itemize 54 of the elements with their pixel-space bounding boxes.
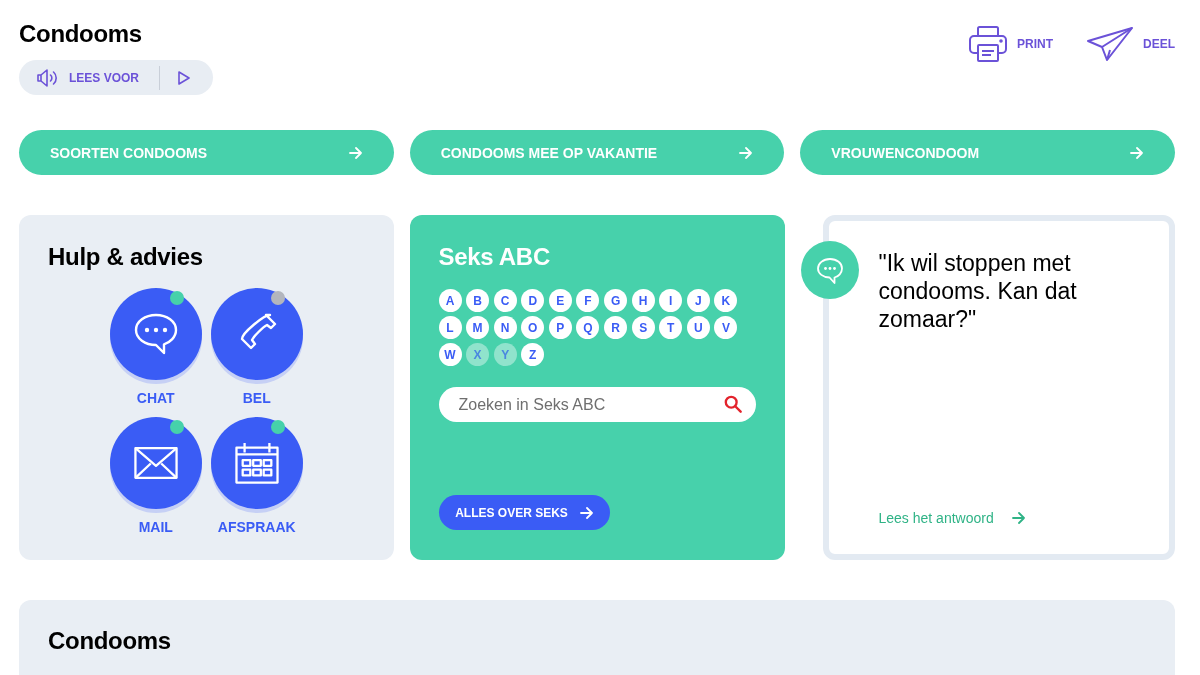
page-title: Condooms <box>19 20 142 48</box>
letter-button[interactable]: H <box>631 289 655 312</box>
card-title: Hulp & advies <box>48 243 203 271</box>
letter-button[interactable]: F <box>576 289 600 312</box>
letter-button[interactable]: E <box>548 289 572 312</box>
letter-button[interactable]: G <box>604 289 628 312</box>
share-button[interactable]: DEEL <box>1087 26 1175 62</box>
letter-button[interactable]: N <box>493 316 517 339</box>
arrow-right-icon <box>1130 146 1143 159</box>
contact-label[interactable]: CHAT <box>136 390 175 406</box>
chat-bubble-icon <box>133 313 178 355</box>
letter-button[interactable]: M <box>466 316 490 339</box>
letter-button[interactable]: J <box>686 289 710 312</box>
card-title: Seks ABC <box>438 243 550 271</box>
letter-button: X <box>466 343 490 366</box>
letter-button[interactable]: K <box>714 289 738 312</box>
arrow-right-icon <box>1011 512 1025 524</box>
letter-button[interactable]: P <box>548 316 572 339</box>
letter-button[interactable]: B <box>466 289 490 312</box>
letter-button[interactable]: C <box>493 289 517 312</box>
play-icon <box>178 70 190 85</box>
contact-label[interactable]: MAIL <box>138 519 173 535</box>
all-about-sex-button[interactable]: ALLES OVER SEKS <box>438 495 610 530</box>
contact-label[interactable]: BEL <box>242 390 271 406</box>
play-button[interactable] <box>178 70 190 85</box>
letter-button[interactable]: A <box>438 289 462 312</box>
letter-button[interactable]: R <box>604 316 628 339</box>
read-aloud-button[interactable]: LEES VOOR <box>37 67 139 88</box>
letter-button[interactable]: U <box>686 316 710 339</box>
letter-button: Y <box>493 343 517 366</box>
letter-button[interactable]: D <box>521 289 545 312</box>
answer-link[interactable]: Lees het antwoord <box>878 510 1025 526</box>
paper-plane-icon <box>1087 27 1133 61</box>
letter-button[interactable]: S <box>631 316 655 339</box>
section-title: Condooms <box>48 627 171 655</box>
arrow-right-icon <box>579 506 593 519</box>
letter-button[interactable]: T <box>659 316 683 339</box>
speaker-icon <box>37 67 59 88</box>
contact-label[interactable]: AFSPRAAK <box>217 519 296 535</box>
arrow-right-icon <box>348 146 362 159</box>
letter-button[interactable]: O <box>521 316 545 339</box>
letter-button[interactable]: L <box>438 316 462 339</box>
print-button[interactable]: PRINT <box>969 26 1053 62</box>
arrow-right-icon <box>739 146 753 159</box>
letter-button[interactable]: Z <box>521 343 545 366</box>
search-icon[interactable] <box>723 395 742 413</box>
letter-button[interactable]: V <box>714 316 738 339</box>
printer-icon <box>969 26 1007 62</box>
letter-button[interactable]: W <box>438 343 462 366</box>
question-text: "Ik wil stoppen met condooms. Kan dat zomaar?" <box>878 249 1078 333</box>
letter-button[interactable]: I <box>659 289 683 312</box>
calendar-icon <box>234 442 279 484</box>
letter-button[interactable]: Q <box>576 316 600 339</box>
search-field[interactable]: Zoeken in Seks ABC <box>438 387 756 422</box>
